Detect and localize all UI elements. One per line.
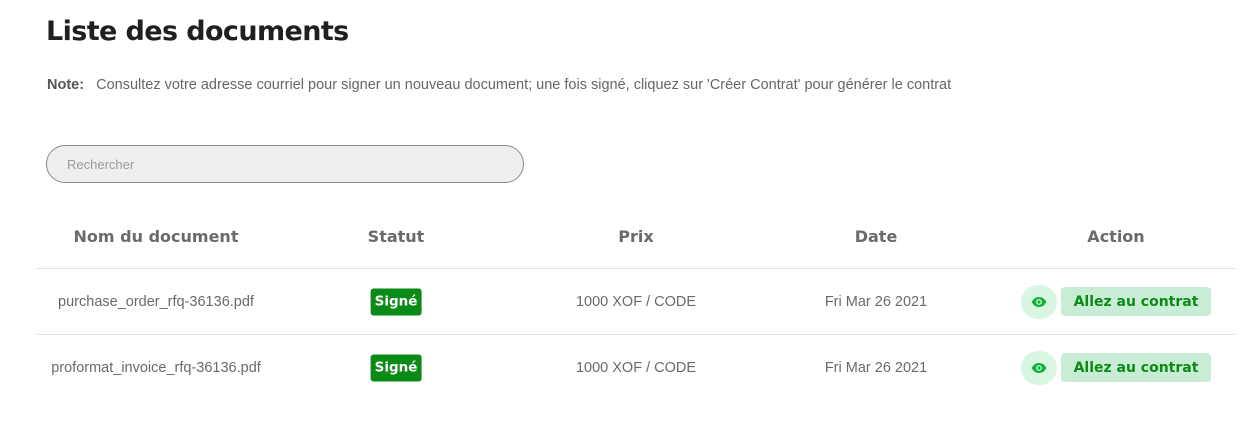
go-to-contract-button[interactable]: Allez au contrat xyxy=(1061,287,1211,316)
column-header-action: Action xyxy=(1087,227,1145,246)
price-cell: 1000 XOF / CODE xyxy=(575,359,697,376)
status-badge: Signé xyxy=(370,288,422,315)
view-document-button[interactable] xyxy=(1021,350,1057,385)
status-cell: Signé xyxy=(370,288,422,315)
eye-icon xyxy=(1031,362,1047,373)
row-actions: Allez au contrat xyxy=(1021,350,1211,385)
column-header-status: Statut xyxy=(367,227,425,246)
table-row: proformat_invoice_rfq-36136.pdf Signé 10… xyxy=(36,335,1236,400)
eye-icon xyxy=(1031,296,1047,307)
column-header-name: Nom du document xyxy=(73,227,239,246)
table-row: purchase_order_rfq-36136.pdf Signé 1000 … xyxy=(36,269,1236,335)
documents-table: Nom du document Statut Prix Date Action … xyxy=(36,212,1236,400)
date-cell: Fri Mar 26 2021 xyxy=(824,359,928,376)
date-cell: Fri Mar 26 2021 xyxy=(824,293,928,310)
note-label: Note: xyxy=(47,77,85,93)
view-document-button[interactable] xyxy=(1021,284,1057,319)
note: Note: Consultez votre adresse courriel p… xyxy=(47,77,951,93)
document-name: proformat_invoice_rfq-36136.pdf xyxy=(51,359,261,376)
note-text: Consultez votre adresse courriel pour si… xyxy=(96,77,952,93)
column-header-price: Prix xyxy=(618,227,654,246)
table-header: Nom du document Statut Prix Date Action xyxy=(36,212,1236,269)
document-name: purchase_order_rfq-36136.pdf xyxy=(58,293,254,310)
documents-page: Liste des documents Note: Consultez votr… xyxy=(0,0,1252,435)
status-badge: Signé xyxy=(370,354,422,381)
column-header-date: Date xyxy=(854,227,898,246)
go-to-contract-button[interactable]: Allez au contrat xyxy=(1061,353,1211,382)
status-cell: Signé xyxy=(370,354,422,381)
price-cell: 1000 XOF / CODE xyxy=(575,293,697,310)
page-title: Liste des documents xyxy=(46,16,349,47)
search-input[interactable] xyxy=(46,145,524,183)
row-actions: Allez au contrat xyxy=(1021,284,1211,319)
